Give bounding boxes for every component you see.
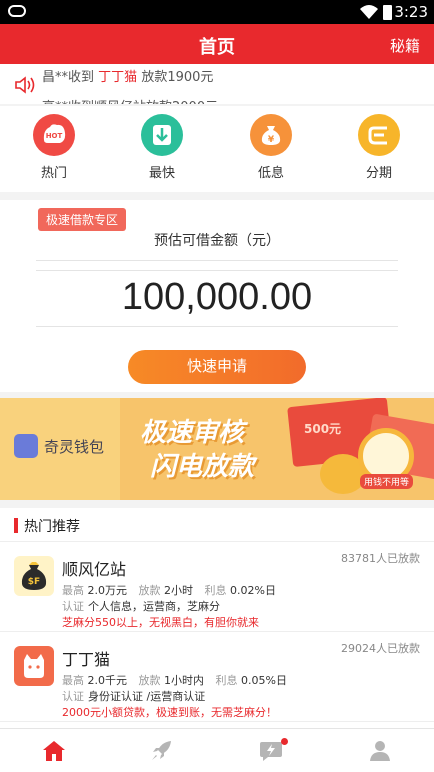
tab-home[interactable] bbox=[0, 729, 108, 772]
bottom-tab-bar bbox=[0, 728, 434, 772]
svg-text:$F: $F bbox=[28, 577, 40, 587]
loan-ticker: 昌**收到 丁丁猫 放款1900元 高**收到顺风亿站放款2000元 bbox=[0, 64, 434, 104]
money-sack-icon: $F bbox=[14, 556, 54, 596]
page-title: 首页 bbox=[199, 37, 235, 58]
tab-profile[interactable] bbox=[326, 729, 434, 772]
tab-messages[interactable] bbox=[217, 729, 325, 772]
category-grid: HOT 热门 最快 ¥ 低息 分期 bbox=[0, 106, 434, 192]
loan-amount: 100,000.00 bbox=[121, 276, 313, 318]
quick-apply-button[interactable]: 快速申请 bbox=[128, 350, 306, 384]
estimate-label: 预估可借金额（元） bbox=[154, 233, 280, 249]
promo-banner[interactable]: 奇灵钱包 500元 用钱不用等 极速审核 闪电放款 bbox=[0, 398, 434, 500]
hot-icon: HOT bbox=[33, 114, 75, 156]
status-time: 3:23 bbox=[394, 3, 428, 21]
divider bbox=[36, 270, 398, 271]
product-certification: 认证 个人信息，运营商，芝麻分 bbox=[62, 600, 220, 613]
bill-amount: 500元 bbox=[304, 422, 342, 436]
svg-text:¥: ¥ bbox=[268, 135, 275, 145]
quick-loan-tag: 极速借款专区 bbox=[38, 208, 127, 231]
user-icon bbox=[370, 741, 390, 761]
download-arrow-icon bbox=[141, 114, 183, 156]
loan-count: 29024人已放款 bbox=[341, 642, 420, 655]
wallet-logo-icon bbox=[14, 434, 38, 458]
category-fastest[interactable]: 最快 bbox=[117, 114, 207, 181]
money-bag-icon: ¥ bbox=[250, 114, 292, 156]
svg-text:HOT: HOT bbox=[46, 132, 63, 140]
product-specs: 最高 2.0万元 放款 2小时 利息 0.02%日 bbox=[62, 584, 276, 597]
product-card-shunfeng[interactable]: $F 顺风亿站 83781人已放款 最高 2.0万元 放款 2小时 利息 0.0… bbox=[0, 542, 434, 632]
flash-chat-icon bbox=[260, 742, 282, 761]
product-note: 2000元小额贷款，极速到账，无需芝麻分！ bbox=[62, 706, 277, 719]
battery-icon bbox=[383, 5, 392, 20]
unread-dot bbox=[281, 738, 288, 745]
tab-rocket[interactable] bbox=[108, 729, 216, 772]
divider bbox=[36, 260, 398, 261]
divider bbox=[36, 326, 398, 327]
banner-slogan: 极速审核 闪电放款 bbox=[140, 418, 255, 482]
product-name: 顺风亿站 bbox=[62, 560, 127, 579]
home-icon bbox=[43, 741, 65, 761]
ticker-line-next: 高**收到顺风亿站放款2000元 bbox=[42, 96, 218, 104]
quick-loan-card: 极速借款专区 预估可借金额（元） 100,000.00 快速申请 bbox=[0, 200, 434, 392]
section-header: 热门推荐 bbox=[0, 508, 434, 542]
category-installment[interactable]: 分期 bbox=[334, 114, 424, 181]
product-specs: 最高 2.0千元 放款 1小时内 利息 0.05%日 bbox=[62, 674, 287, 687]
ticker-line: 昌**收到 丁丁猫 放款1900元 bbox=[42, 70, 214, 85]
section-title: 热门推荐 bbox=[24, 519, 80, 535]
banner-stamp: 用钱不用等 bbox=[360, 474, 414, 489]
product-certification: 认证 身份证认证 /运营商认证 bbox=[62, 690, 206, 703]
rocket-icon bbox=[152, 741, 171, 760]
section-marker bbox=[14, 518, 18, 533]
wifi-icon bbox=[360, 5, 378, 19]
cat-icon bbox=[14, 646, 54, 686]
product-card-dingdingmao[interactable]: 丁丁猫 29024人已放款 最高 2.0千元 放款 1小时内 利息 0.05%日… bbox=[0, 632, 434, 722]
category-hot[interactable]: HOT 热门 bbox=[9, 114, 99, 181]
category-low-interest[interactable]: ¥ 低息 bbox=[226, 114, 316, 181]
notification-icon bbox=[8, 5, 26, 17]
loan-count: 83781人已放款 bbox=[341, 552, 420, 565]
nav-bar: 首页 秘籍 bbox=[0, 24, 434, 64]
speaker-icon bbox=[15, 76, 35, 94]
hot-recommendations: 热门推荐 $F 顺风亿站 83781人已放款 最高 2.0万元 放款 2小时 利… bbox=[0, 508, 434, 728]
tips-link[interactable]: 秘籍 bbox=[390, 35, 420, 56]
product-note: 芝麻分550以上，无视黑白，有胆你就来 bbox=[62, 616, 259, 629]
installment-icon bbox=[358, 114, 400, 156]
banner-brand-name: 奇灵钱包 bbox=[44, 438, 105, 456]
ticker-product: 丁丁猫 bbox=[98, 70, 138, 85]
product-name: 丁丁猫 bbox=[62, 650, 111, 669]
status-bar: 3:23 bbox=[0, 0, 434, 24]
